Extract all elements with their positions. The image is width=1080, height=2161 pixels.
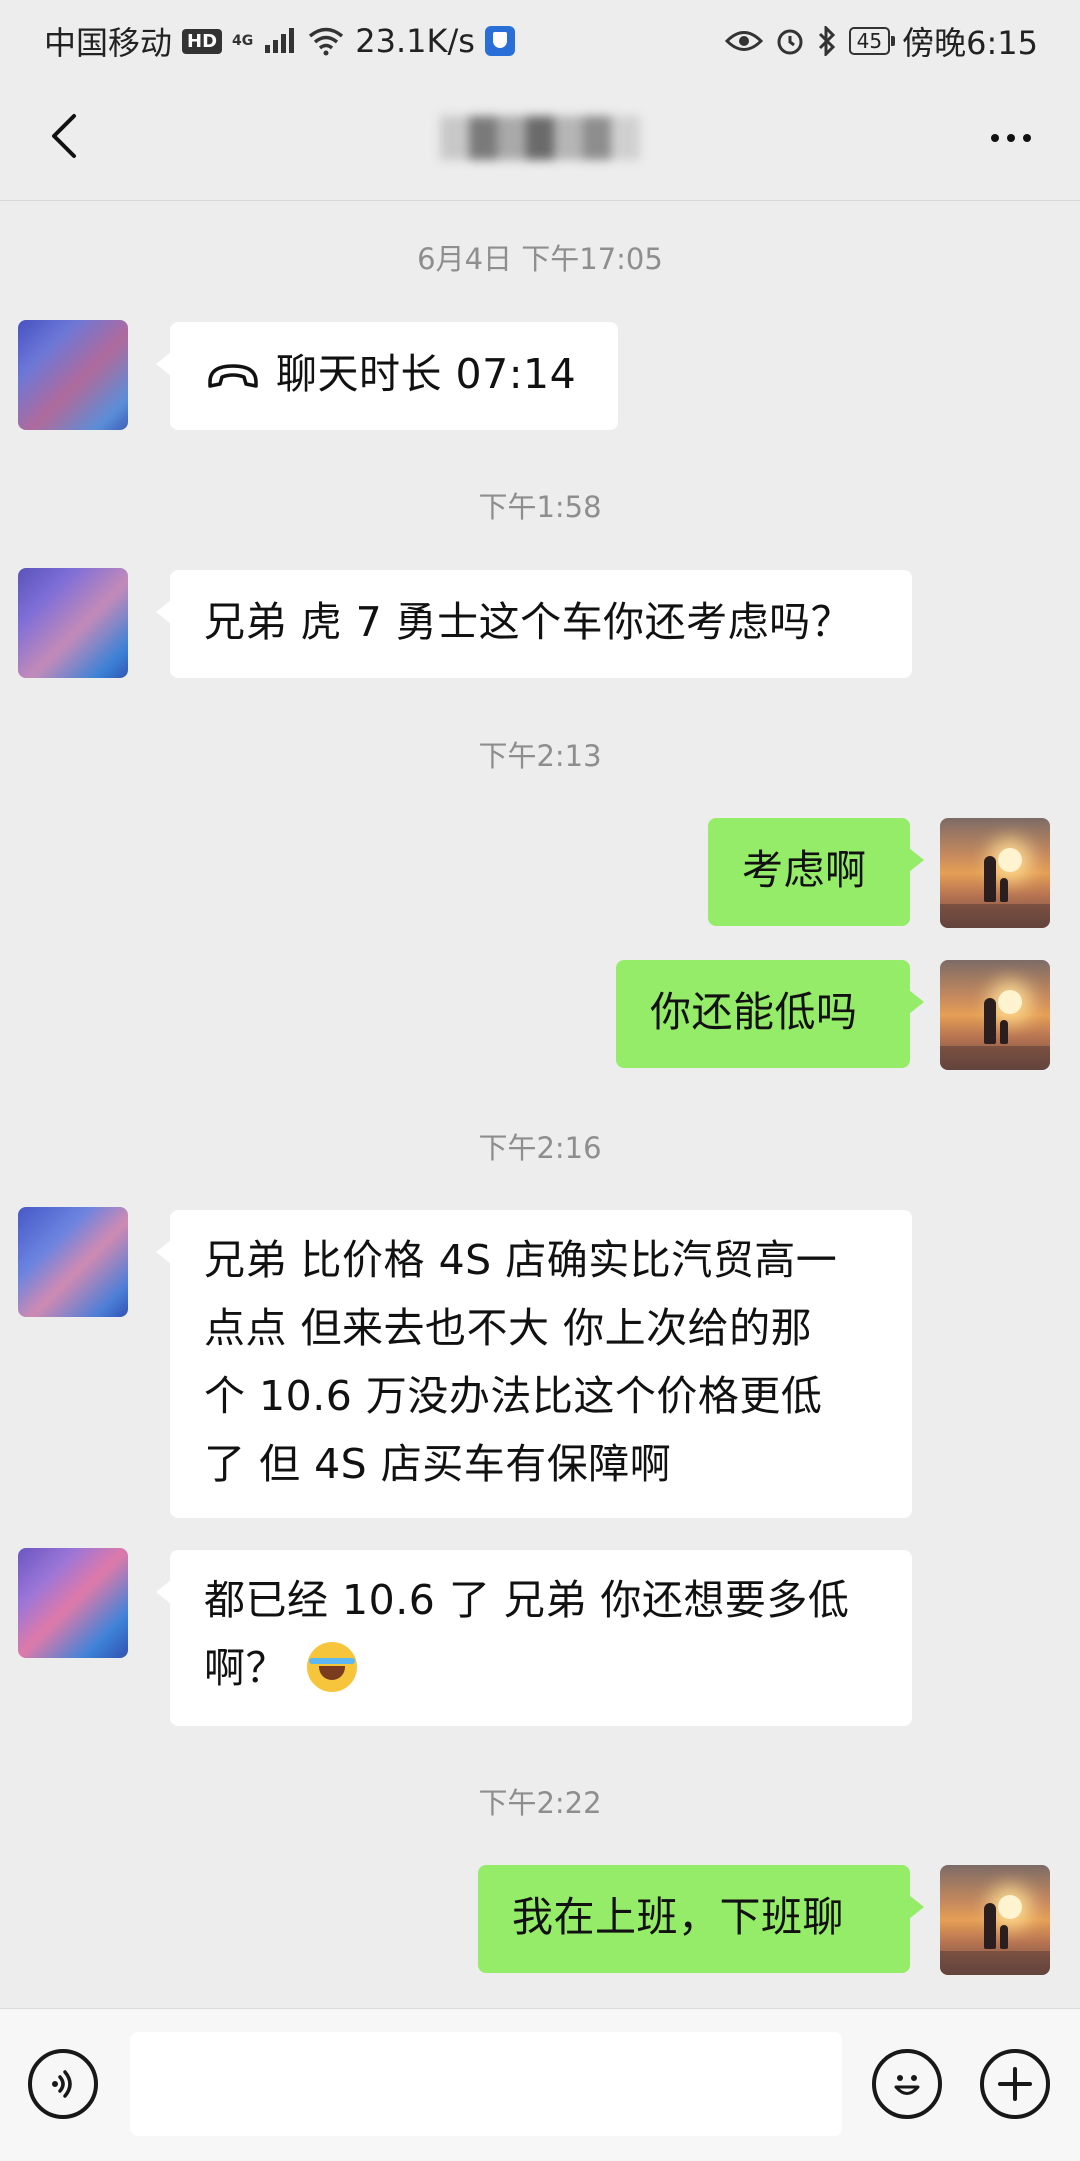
more-dots-icon bbox=[991, 134, 999, 142]
more-dot bbox=[1007, 134, 1015, 142]
alarm-icon bbox=[777, 29, 803, 55]
plus-button[interactable] bbox=[980, 2049, 1050, 2119]
message-bubble-incoming[interactable]: 兄弟 比价格 4S 店确实比汽贸高一 点点 但来去也不大 你上次给的那 个 10… bbox=[156, 1210, 912, 1518]
contact-avatar[interactable] bbox=[18, 320, 128, 430]
crying-laughing-emoji bbox=[306, 1642, 357, 1692]
message-text: 你还能低吗 bbox=[650, 988, 858, 1036]
avatar-reflection bbox=[940, 1046, 1050, 1070]
carrier-label: 中国移动 bbox=[44, 24, 173, 62]
contact-avatar[interactable] bbox=[18, 568, 128, 678]
signal-icon bbox=[265, 28, 295, 53]
network-type-label: 4G bbox=[232, 33, 254, 49]
contact-avatar[interactable] bbox=[18, 1548, 128, 1658]
timestamp: 6月4日 下午17:05 bbox=[417, 242, 663, 276]
emoji-icon bbox=[894, 2075, 920, 2095]
voice-icon bbox=[52, 2070, 72, 2098]
timestamp: 下午1:58 bbox=[478, 490, 602, 524]
hd-badge-icon: HD bbox=[182, 28, 223, 54]
message-bubble-incoming[interactable]: 兄弟 虎 7 勇士这个车你还考虑吗？ bbox=[156, 570, 912, 678]
message-line: 个 10.6 万没办法比这个价格更低 bbox=[204, 1372, 823, 1420]
wifi-icon bbox=[309, 27, 344, 56]
message-text: 我在上班，下班聊 bbox=[512, 1893, 844, 1941]
message-line: 点点 但来去也不大 你上次给的那 bbox=[204, 1304, 813, 1352]
back-button[interactable] bbox=[34, 106, 94, 166]
avatar-figure-child bbox=[1000, 1020, 1008, 1044]
plus-icon bbox=[998, 2067, 1032, 2101]
net-speed-label: 23.1K/s bbox=[355, 22, 475, 60]
more-dot bbox=[1023, 134, 1031, 142]
avatar-figure-child bbox=[1000, 878, 1008, 902]
emoji-button[interactable] bbox=[872, 2049, 942, 2119]
my-avatar[interactable] bbox=[940, 960, 1050, 1070]
more-options-button[interactable] bbox=[976, 110, 1046, 166]
call-message-bubble[interactable]: 聊天时长 07:14 bbox=[156, 322, 618, 430]
message-bubble-outgoing[interactable]: 考虑啊 bbox=[708, 818, 924, 926]
timestamp: 下午2:13 bbox=[478, 739, 602, 773]
message-text: 考虑啊 bbox=[742, 846, 867, 894]
avatar-sun bbox=[998, 990, 1022, 1014]
bluetooth-icon bbox=[818, 26, 835, 56]
my-avatar[interactable] bbox=[940, 1865, 1050, 1975]
avatar-figure bbox=[984, 1903, 996, 1949]
status-bar: 中国移动 HD 4G 23.1K/s 45 傍晚6:15 bbox=[0, 0, 1080, 76]
avatar-sun bbox=[998, 1895, 1022, 1919]
phone-hangup-icon bbox=[208, 364, 258, 388]
message-bubble-incoming[interactable]: 都已经 10.6 了 兄弟 你还想要多低 啊？ bbox=[156, 1550, 912, 1726]
shield-icon bbox=[484, 26, 515, 56]
avatar-sun bbox=[998, 848, 1022, 872]
eye-icon bbox=[724, 31, 763, 51]
message-input[interactable] bbox=[130, 2032, 842, 2136]
message-line: 了 但 4S 店买车有保障啊 bbox=[204, 1440, 672, 1488]
chat-header bbox=[0, 76, 1080, 201]
contact-avatar[interactable] bbox=[18, 1207, 128, 1317]
chat-title-blurred bbox=[440, 116, 641, 160]
timestamp: 下午2:16 bbox=[478, 1131, 602, 1165]
avatar-reflection bbox=[940, 904, 1050, 928]
avatar-figure bbox=[984, 998, 996, 1044]
my-avatar[interactable] bbox=[940, 818, 1050, 928]
call-duration-text: 聊天时长 07:14 bbox=[276, 350, 577, 398]
voice-button[interactable] bbox=[28, 2049, 98, 2119]
status-time: 傍晚6:15 bbox=[902, 24, 1038, 62]
chevron-left-icon bbox=[52, 114, 76, 158]
avatar-figure bbox=[984, 856, 996, 902]
message-bubble-outgoing[interactable]: 你还能低吗 bbox=[616, 960, 924, 1068]
message-line: 啊？ bbox=[204, 1644, 287, 1692]
input-bar bbox=[0, 2008, 1080, 2161]
message-bubble-outgoing[interactable]: 我在上班，下班聊 bbox=[478, 1865, 924, 1973]
message-line: 都已经 10.6 了 兄弟 你还想要多低 bbox=[204, 1576, 850, 1624]
avatar-figure-child bbox=[1000, 1925, 1008, 1949]
battery-icon: 45 bbox=[848, 27, 896, 55]
timestamp: 下午2:22 bbox=[478, 1786, 602, 1820]
message-line: 兄弟 比价格 4S 店确实比汽贸高一 bbox=[204, 1236, 838, 1284]
message-text: 兄弟 虎 7 勇士这个车你还考虑吗？ bbox=[204, 598, 853, 646]
avatar-reflection bbox=[940, 1951, 1050, 1975]
